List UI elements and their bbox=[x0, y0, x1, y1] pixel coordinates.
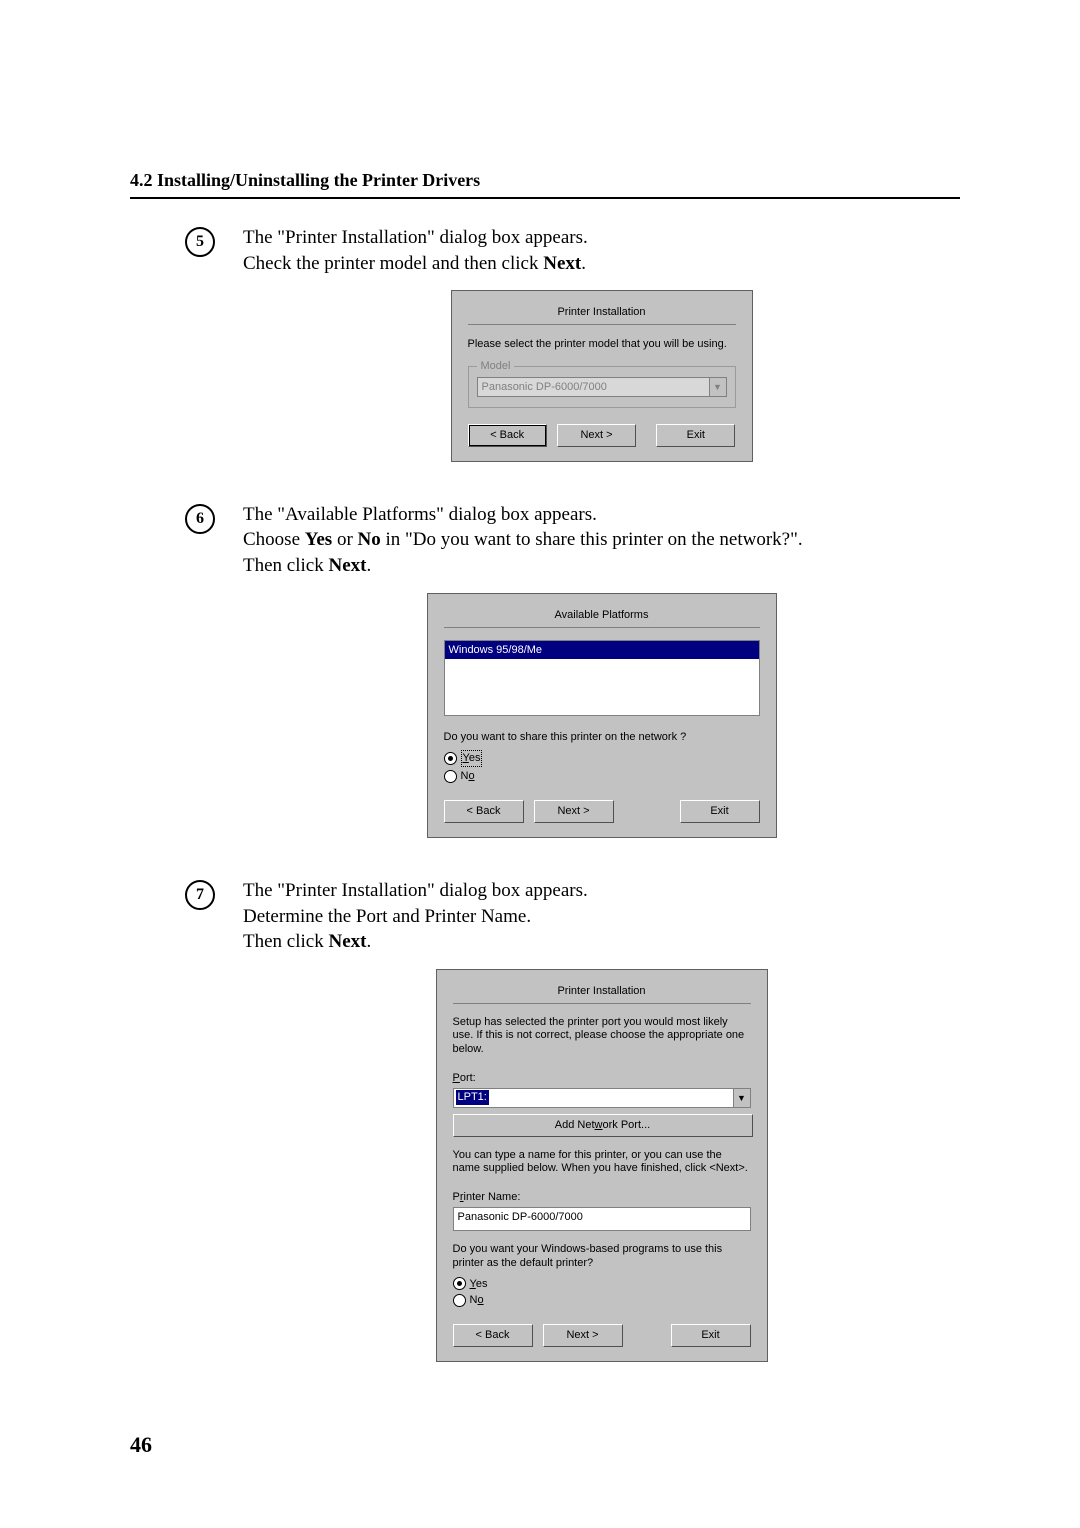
t: in "Do you want to share this printer on… bbox=[381, 529, 803, 550]
next-button[interactable]: Next > bbox=[557, 424, 636, 447]
back-button[interactable]: < Back bbox=[468, 424, 547, 447]
dialog3-para3: Do you want your Windows-based programs … bbox=[453, 1243, 751, 1271]
exit-button[interactable]: Exit bbox=[656, 424, 735, 447]
radio-yes-row[interactable]: Yes bbox=[453, 1277, 751, 1292]
step6-line3: Then click Next. bbox=[243, 553, 960, 579]
t: P bbox=[453, 1072, 460, 1084]
back-button-label: < Back bbox=[490, 429, 524, 441]
t: Choose bbox=[243, 529, 305, 550]
dialog1-title: Printer Installation bbox=[468, 305, 736, 325]
t: . bbox=[366, 555, 371, 576]
t: o bbox=[477, 1294, 483, 1306]
dialog-available-platforms: Available Platforms Windows 95/98/Me Do … bbox=[427, 593, 777, 838]
section-divider bbox=[130, 197, 960, 199]
radio-yes[interactable] bbox=[453, 1277, 466, 1290]
no-bold: No bbox=[358, 529, 381, 550]
printer-name-label: Printer Name: bbox=[453, 1190, 751, 1205]
platforms-list-item[interactable]: Windows 95/98/Me bbox=[445, 641, 759, 660]
dialog3-title: Printer Installation bbox=[453, 984, 751, 1004]
exit-button[interactable]: Exit bbox=[680, 800, 760, 823]
radio-no-label: No bbox=[470, 1293, 484, 1308]
t: o bbox=[468, 770, 474, 782]
t: or bbox=[332, 529, 357, 550]
radio-yes[interactable] bbox=[444, 752, 457, 765]
step5-line2a: Check the printer model and then click bbox=[243, 253, 543, 274]
t: es bbox=[476, 1278, 488, 1290]
step5-line2c: . bbox=[581, 253, 586, 274]
t: inter Name: bbox=[464, 1191, 521, 1203]
step5-line2: Check the printer model and then click N… bbox=[243, 251, 960, 277]
t: ort: bbox=[460, 1072, 476, 1084]
dialog2-title: Available Platforms bbox=[444, 608, 760, 628]
step-number-7: 7 bbox=[185, 880, 215, 910]
t: Then click bbox=[243, 931, 328, 952]
yes-bold: Yes bbox=[305, 529, 332, 550]
port-combo-value: LPT1: bbox=[454, 1089, 733, 1107]
dialog-printer-installation-1: Printer Installation Please select the p… bbox=[451, 290, 753, 462]
radio-no-row[interactable]: No bbox=[444, 769, 760, 784]
radio-no[interactable] bbox=[453, 1294, 466, 1307]
port-label: Port: bbox=[453, 1071, 751, 1086]
t: ork Port... bbox=[603, 1119, 651, 1131]
platforms-listbox[interactable]: Windows 95/98/Me bbox=[444, 640, 760, 716]
dialog-printer-installation-2: Printer Installation Setup has selected … bbox=[436, 969, 768, 1362]
chevron-down-icon: ▼ bbox=[709, 378, 726, 396]
step-number-5: 5 bbox=[185, 227, 215, 257]
section-title: 4.2 Installing/Uninstalling the Printer … bbox=[130, 170, 960, 191]
step6-line2: Choose Yes or No in "Do you want to shar… bbox=[243, 527, 960, 553]
next-button-label: Next > bbox=[580, 429, 612, 441]
chevron-down-icon: ▼ bbox=[733, 1089, 750, 1107]
t: Exit bbox=[710, 805, 728, 817]
t: Add Net bbox=[555, 1119, 595, 1131]
t: . bbox=[366, 931, 371, 952]
t: es bbox=[469, 752, 481, 764]
exit-button[interactable]: Exit bbox=[671, 1324, 751, 1347]
t: LPT1: bbox=[456, 1090, 489, 1105]
t: Then click bbox=[243, 555, 328, 576]
radio-no-label: No bbox=[461, 769, 475, 784]
step5-next-bold: Next bbox=[543, 253, 581, 274]
dialog1-prompt: Please select the printer model that you… bbox=[468, 337, 736, 352]
radio-no-row[interactable]: No bbox=[453, 1293, 751, 1308]
t: < Back bbox=[476, 1329, 510, 1341]
page-number: 46 bbox=[130, 1432, 152, 1458]
dialog1-model-combo[interactable]: Panasonic DP-6000/7000 ▼ bbox=[477, 377, 727, 397]
dialog1-group-label: Model bbox=[477, 359, 515, 374]
next-bold: Next bbox=[328, 931, 366, 952]
radio-yes-label: Yes bbox=[470, 1277, 488, 1292]
step6-line1: The "Available Platforms" dialog box app… bbox=[243, 502, 960, 528]
dialog1-model-group: Model Panasonic DP-6000/7000 ▼ bbox=[468, 366, 736, 408]
dialog2-question: Do you want to share this printer on the… bbox=[444, 730, 760, 745]
back-button[interactable]: < Back bbox=[444, 800, 524, 823]
step5-line1: The "Printer Installation" dialog box ap… bbox=[243, 225, 960, 251]
t: w bbox=[595, 1119, 603, 1131]
dialog1-combo-value: Panasonic DP-6000/7000 bbox=[478, 378, 709, 396]
port-combo[interactable]: LPT1: ▼ bbox=[453, 1088, 751, 1108]
t: Next > bbox=[566, 1329, 598, 1341]
step-7: 7 The "Printer Installation" dialog box … bbox=[130, 878, 960, 1362]
t: < Back bbox=[467, 805, 501, 817]
exit-button-label: Exit bbox=[687, 429, 705, 441]
next-button[interactable]: Next > bbox=[534, 800, 614, 823]
printer-name-input[interactable]: Panasonic DP-6000/7000 bbox=[453, 1207, 751, 1231]
t: Next > bbox=[557, 805, 589, 817]
next-bold: Next bbox=[328, 555, 366, 576]
radio-no[interactable] bbox=[444, 770, 457, 783]
step-5: 5 The "Printer Installation" dialog box … bbox=[130, 225, 960, 462]
t: P bbox=[453, 1191, 460, 1203]
step7-line3: Then click Next. bbox=[243, 929, 960, 955]
dialog3-para2: You can type a name for this printer, or… bbox=[453, 1149, 751, 1177]
step7-line2: Determine the Port and Printer Name. bbox=[243, 904, 960, 930]
dialog3-para1: Setup has selected the printer port you … bbox=[453, 1016, 751, 1057]
step7-line1: The "Printer Installation" dialog box ap… bbox=[243, 878, 960, 904]
next-button[interactable]: Next > bbox=[543, 1324, 623, 1347]
radio-yes-row[interactable]: Yes bbox=[444, 750, 760, 767]
step-6: 6 The "Available Platforms" dialog box a… bbox=[130, 502, 960, 838]
step-number-6: 6 bbox=[185, 504, 215, 534]
t: Exit bbox=[701, 1329, 719, 1341]
add-network-port-button[interactable]: Add Network Port... bbox=[453, 1114, 753, 1137]
radio-yes-label: Yes bbox=[461, 750, 483, 767]
back-button[interactable]: < Back bbox=[453, 1324, 533, 1347]
